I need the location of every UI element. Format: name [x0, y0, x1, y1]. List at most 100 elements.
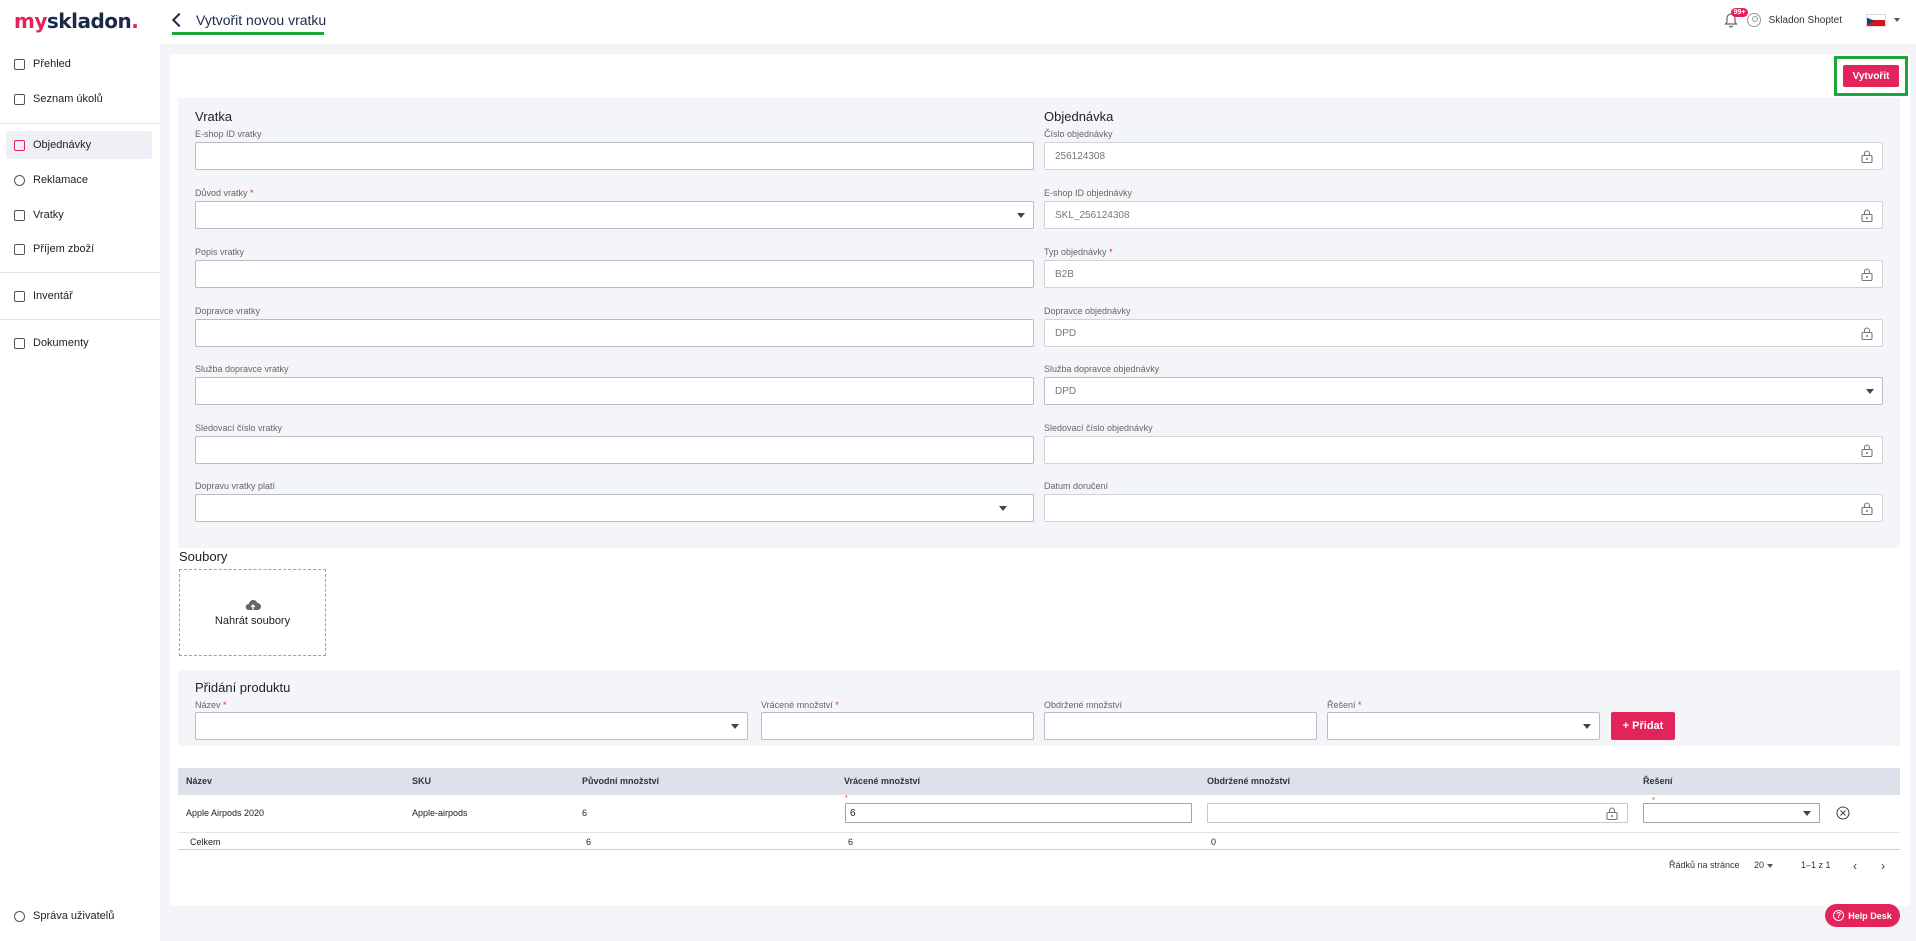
sidebar-item-inventar[interactable]: Inventář — [6, 282, 152, 310]
sluzba-dopravce-vratky-input[interactable] — [195, 377, 1034, 405]
field-label: Číslo objednávky — [1044, 129, 1113, 139]
lock-icon — [1861, 444, 1873, 458]
next-page-icon[interactable]: › — [1881, 859, 1885, 873]
column-header[interactable]: Původní množství — [582, 776, 659, 786]
field-label: E-shop ID objednávky — [1044, 188, 1133, 198]
return-icon — [14, 209, 25, 221]
czech-flag-icon[interactable] — [1866, 13, 1886, 27]
back-link[interactable]: Vytvořit novou vratku — [171, 12, 327, 28]
sidebar-item-vratky[interactable]: Vratky — [6, 201, 152, 229]
field-label: Dopravce objednávky — [1044, 306, 1131, 316]
duvod-vratky-select[interactable] — [195, 201, 1034, 229]
add-product-title: Přidání produktu — [195, 680, 291, 695]
total-label: Celkem — [190, 837, 221, 847]
page-title: Vytvořit novou vratku — [196, 12, 327, 28]
row-resolution-select[interactable] — [1643, 803, 1820, 823]
field-label: Služba dopravce objednávky — [1044, 364, 1160, 374]
sidebar-item-label: Seznam úkolů — [33, 93, 103, 105]
received-quantity-input[interactable] — [1044, 712, 1317, 740]
field-label: Dopravce vratky — [195, 306, 261, 316]
sidebar-item-dokumenty[interactable]: Dokumenty — [6, 329, 152, 357]
sidebar-item-label: Správa uživatelů — [33, 910, 115, 922]
user-icon[interactable] — [1746, 13, 1761, 27]
users-icon — [14, 910, 25, 922]
divider — [0, 319, 160, 320]
section-title-objednavka: Objednávka — [1044, 109, 1114, 124]
sidebar-item-sprava-uzivatelu[interactable]: Správa uživatelů — [6, 902, 152, 930]
table-header: Název SKU Původní množství Vrácené množs… — [178, 768, 1900, 795]
sidebar-item-objednavky[interactable]: Objednávky — [6, 131, 152, 159]
chevron-down-icon — [1583, 724, 1591, 729]
typ-objednavky-field: B2B — [1044, 260, 1883, 288]
dopravu-vratky-plati-select[interactable] — [195, 494, 1034, 522]
field-label: Typ objednávky * — [1044, 247, 1113, 257]
sledovaci-cislo-vratky-input[interactable] — [195, 436, 1034, 464]
rows-per-page-select[interactable]: 20 — [1754, 860, 1773, 870]
sidebar-item-label: Příjem zboží — [33, 243, 95, 255]
pagination-range: 1–1 z 1 — [1801, 860, 1831, 870]
datum-doruceni-field — [1044, 494, 1883, 522]
mail-icon — [14, 290, 25, 302]
create-button[interactable]: Vytvořit — [1843, 65, 1899, 87]
row-returned-qty-input[interactable]: 6 — [845, 803, 1192, 823]
user-name[interactable]: Skladon Shoptet — [1769, 15, 1842, 26]
sidebar-item-prijem-zbozi[interactable]: Příjem zboží — [6, 235, 152, 263]
chevron-down-icon — [1766, 863, 1773, 868]
sluzba-dopravce-objednavky-select[interactable]: DPD — [1044, 377, 1883, 405]
box-icon — [14, 139, 25, 151]
sidebar-item-reklamace[interactable]: Reklamace — [6, 166, 152, 194]
popis-vratky-input[interactable] — [195, 260, 1034, 288]
cell-original-qty: 6 — [582, 808, 588, 818]
sledovaci-cislo-objednavky-field — [1044, 436, 1883, 464]
sidebar-item-prehled[interactable]: Přehled — [6, 50, 152, 78]
column-header[interactable]: Obdržené množství — [1207, 776, 1290, 786]
column-header[interactable]: SKU — [412, 776, 431, 786]
lock-icon — [1861, 209, 1873, 223]
total-original: 6 — [586, 837, 592, 847]
dopravce-vratky-input[interactable] — [195, 319, 1034, 347]
field-label: Dopravu vratky platí — [195, 481, 276, 491]
column-header[interactable]: Řešení — [1643, 776, 1673, 786]
title-underline — [172, 32, 324, 35]
total-returned: 6 — [848, 837, 854, 847]
chevron-down-icon — [1803, 811, 1811, 816]
lock-icon — [1861, 268, 1873, 282]
required-marker: * — [845, 795, 848, 802]
cell-name: Apple Airpods 2020 — [186, 808, 265, 818]
field-label: Služba dopravce vratky — [195, 364, 289, 374]
field-label: E-shop ID vratky — [195, 129, 262, 139]
inbox-icon — [14, 243, 25, 255]
field-label: Datum doručení — [1044, 481, 1109, 491]
sidebar-item-seznam-ukolu[interactable]: Seznam úkolů — [6, 85, 152, 113]
help-desk-button[interactable]: ? Help Desk — [1825, 904, 1900, 927]
returned-quantity-input[interactable] — [761, 712, 1034, 740]
section-title-vratka: Vratka — [195, 109, 233, 124]
sidebar-item-label: Reklamace — [33, 174, 89, 186]
upload-files-dropzone[interactable]: Nahrát soubory — [179, 569, 326, 656]
top-header: myskladon. Vytvořit novou vratku 99+ Skl… — [0, 0, 1916, 44]
document-icon — [14, 337, 25, 349]
question-icon: ? — [1833, 910, 1845, 921]
chevron-down-icon — [1017, 213, 1025, 218]
column-header[interactable]: Název — [186, 776, 212, 786]
add-product-button[interactable]: + Přidat — [1611, 712, 1675, 740]
table-total-row: Celkem 6 6 0 — [178, 833, 1900, 850]
notification-badge: 99+ — [1730, 8, 1749, 17]
chevron-down-icon[interactable] — [1894, 18, 1900, 22]
lock-icon — [1861, 327, 1873, 341]
bell-icon[interactable]: 99+ — [1723, 8, 1749, 28]
sidebar-item-label: Inventář — [33, 290, 73, 302]
field-label: Popis vratky — [195, 247, 245, 257]
field-label: Obdržené množství — [1044, 700, 1123, 710]
remove-row-icon[interactable] — [1836, 806, 1850, 820]
prev-page-icon[interactable]: ‹ — [1853, 859, 1857, 873]
resolution-select[interactable] — [1327, 712, 1600, 740]
column-header[interactable]: Vrácené množství — [844, 776, 920, 786]
eshop-id-vratky-input[interactable] — [195, 142, 1034, 170]
cloud-upload-icon — [245, 599, 261, 610]
field-label: Řešení * — [1327, 700, 1362, 710]
row-received-qty-field — [1207, 803, 1628, 823]
chevron-down-icon — [731, 724, 739, 729]
app-logo[interactable]: myskladon. — [14, 9, 139, 33]
product-name-select[interactable] — [195, 712, 748, 740]
